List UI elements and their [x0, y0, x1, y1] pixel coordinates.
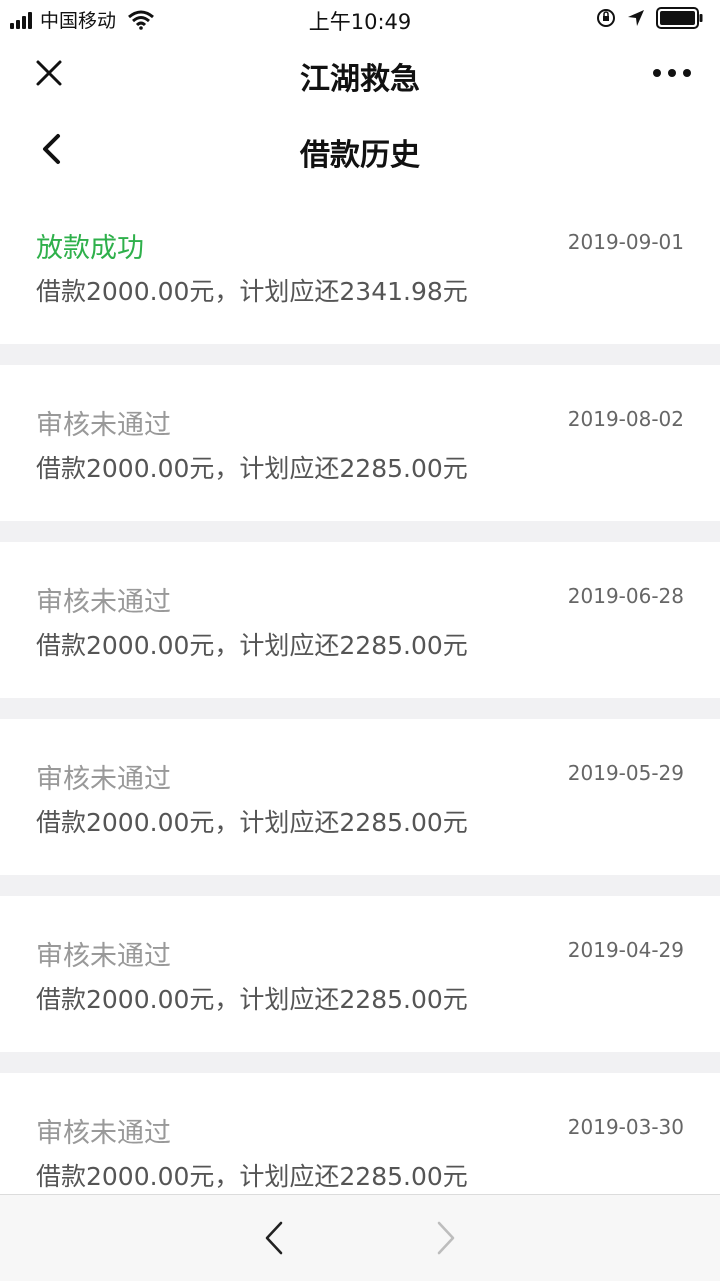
bottom-nav-bar — [0, 1194, 720, 1281]
rotation-lock-icon — [597, 9, 615, 27]
loan-record[interactable]: 审核未通过 2019-04-29 借款2000.00元，计划应还2285.00元 — [0, 896, 720, 1052]
record-date: 2019-05-29 — [567, 761, 684, 785]
record-status: 审核未通过 — [36, 1118, 171, 1149]
record-detail: 借款2000.00元，计划应还2285.00元 — [36, 631, 468, 660]
record-status: 审核未通过 — [36, 587, 171, 618]
record-detail: 借款2000.00元，计划应还2285.00元 — [36, 808, 468, 837]
record-status: 放款成功 — [36, 233, 144, 264]
record-status: 审核未通过 — [36, 410, 171, 441]
loan-record[interactable]: 放款成功 2019-09-01 借款2000.00元，计划应还2341.98元 — [0, 188, 720, 344]
record-detail: 借款2000.00元，计划应还2285.00元 — [36, 985, 468, 1014]
app-header: 江湖救急 — [0, 36, 720, 110]
chevron-left-icon[interactable] — [262, 1219, 286, 1257]
record-status: 审核未通过 — [36, 764, 171, 795]
record-date: 2019-09-01 — [567, 230, 684, 254]
record-status: 审核未通过 — [36, 941, 171, 972]
status-bar-right — [596, 7, 704, 29]
record-date: 2019-08-02 — [567, 407, 684, 431]
record-detail: 借款2000.00元，计划应还2285.00元 — [36, 1162, 468, 1191]
more-icon[interactable] — [652, 66, 692, 80]
record-detail: 借款2000.00元，计划应还2285.00元 — [36, 454, 468, 483]
loan-record[interactable]: 审核未通过 2019-05-29 借款2000.00元，计划应还2285.00元 — [0, 719, 720, 875]
record-date: 2019-03-30 — [567, 1115, 684, 1139]
page-title: 借款历史 — [300, 138, 420, 173]
loan-history-list: 放款成功 2019-09-01 借款2000.00元，计划应还2341.98元 … — [0, 188, 720, 1194]
record-date: 2019-06-28 — [567, 584, 684, 608]
loan-record[interactable]: 审核未通过 2019-03-30 借款2000.00元，计划应还2285.00元 — [0, 1073, 720, 1194]
status-bar: 中国移动 上午10:49 — [0, 0, 720, 36]
page-header: 借款历史 — [0, 110, 720, 189]
chevron-right-icon[interactable] — [434, 1219, 458, 1257]
loan-record[interactable]: 审核未通过 2019-06-28 借款2000.00元，计划应还2285.00元 — [0, 542, 720, 698]
battery-icon — [656, 7, 703, 29]
app-title: 江湖救急 — [300, 62, 420, 97]
loan-record[interactable]: 审核未通过 2019-08-02 借款2000.00元，计划应还2285.00元 — [0, 365, 720, 521]
record-date: 2019-04-29 — [567, 938, 684, 962]
location-icon — [628, 10, 644, 26]
record-detail: 借款2000.00元，计划应还2341.98元 — [36, 277, 468, 306]
